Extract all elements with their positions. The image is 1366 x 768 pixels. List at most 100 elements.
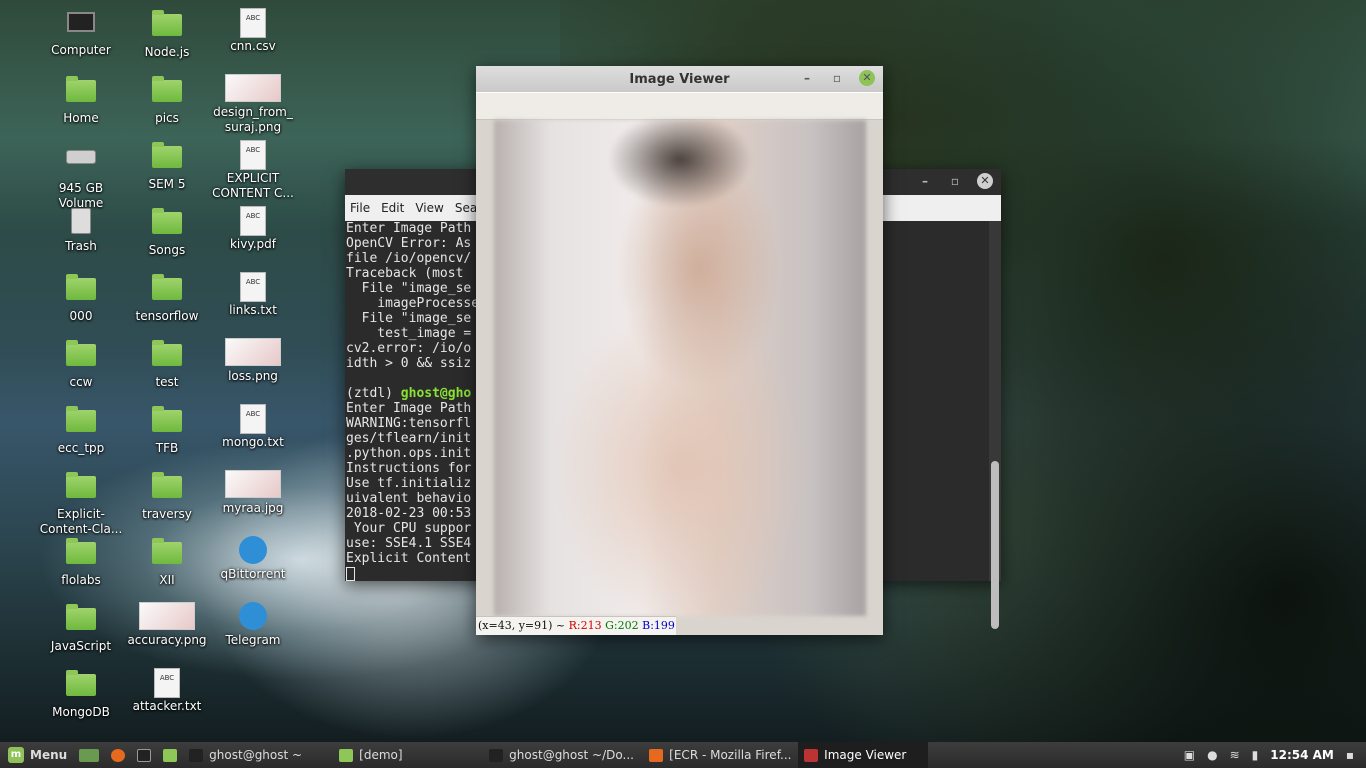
document-icon: ABC (238, 206, 268, 236)
desktop-icon-folder[interactable]: JavaScript (38, 602, 124, 654)
wifi-icon[interactable]: ≋ (1230, 748, 1240, 762)
image-viewer-titlebar[interactable]: Image Viewer – ▫ ✕ (476, 66, 883, 92)
close-icon[interactable]: ✕ (859, 70, 875, 86)
desktop-icon-label: flolabs (61, 573, 101, 587)
desktop-icon-label: MongoDB (52, 705, 110, 719)
image-viewer-toolbar (476, 92, 883, 120)
trash-icon (66, 208, 96, 236)
prompt-user: ghost@gho (400, 386, 472, 401)
menu-file[interactable]: File (350, 201, 370, 215)
taskbar-window-label: [ECR - Mozilla Firef... (669, 748, 792, 762)
desktop-icon-doc[interactable]: ABC kivy.pdf (210, 206, 296, 252)
desktop-icon-folder[interactable]: pics (124, 74, 210, 126)
taskbar-window-button[interactable]: ghost@ghost ~ (183, 742, 333, 768)
desktop-icon-doc[interactable]: ABC EXPLICIT CONTENT C... (210, 140, 296, 201)
desktop-icon-image[interactable]: myraa.jpg (210, 470, 296, 516)
desktop-icon-label: Explicit- Content-Cla... (39, 507, 123, 536)
firefox-icon (649, 748, 664, 762)
desktop-icon-folder[interactable]: SEM 5 (124, 140, 210, 192)
desktop-icon-folder[interactable]: Home (38, 74, 124, 126)
launcher-files[interactable] (157, 742, 183, 768)
minimize-icon[interactable]: – (799, 70, 815, 86)
launcher-firefox[interactable] (105, 742, 131, 768)
folder-icon (152, 10, 182, 42)
desktop-icon-computer[interactable]: Computer (38, 8, 124, 58)
window-title: Image Viewer (629, 71, 730, 87)
desktop-icon-folder[interactable]: test (124, 338, 210, 390)
taskbar: m Menu ghost@ghost ~ [demo] ghost@ghost ~/… (0, 742, 1366, 768)
user-icon[interactable]: ● (1207, 748, 1217, 762)
folder-icon (66, 406, 96, 438)
show-desktop-button[interactable] (73, 742, 105, 768)
desktop-icon-app[interactable]: qBittorrent (210, 536, 296, 582)
folder-icon (66, 604, 96, 636)
desktop-icon-doc[interactable]: ABC attacker.txt (124, 668, 210, 714)
taskbar-window-label: Image Viewer (824, 748, 907, 762)
desktop-icon-label: cnn.csv (230, 39, 276, 53)
desktop-icon-image[interactable]: accuracy.png (124, 602, 210, 648)
desktop-icon-label: traversy (142, 507, 192, 521)
notifications-icon[interactable]: ▪ (1346, 748, 1354, 762)
taskbar-window-button[interactable]: [demo] (333, 742, 483, 768)
menu-button[interactable]: m Menu (0, 742, 73, 768)
desktop-icon-doc[interactable]: ABC mongo.txt (210, 404, 296, 450)
desktop-icon-folder[interactable]: Explicit- Content-Cla... (38, 470, 124, 537)
clipboard-icon[interactable]: ▣ (1184, 748, 1195, 762)
desktop-icon-label: Home (63, 111, 99, 125)
desktop-icon-image[interactable]: loss.png (210, 338, 296, 384)
maximize-icon[interactable]: ▫ (829, 70, 845, 86)
minimize-icon[interactable]: – (917, 173, 933, 189)
desktop-icon-folder[interactable]: 000 (38, 272, 124, 324)
desktop-icon-label: qBittorrent (220, 567, 286, 581)
desktop-icon-doc[interactable]: ABC cnn.csv (210, 8, 296, 54)
terminal-scrollbar[interactable] (989, 221, 1001, 629)
desktop-icon-app[interactable]: Telegram (210, 602, 296, 648)
scrollbar-thumb[interactable] (991, 461, 999, 629)
desktop-icon-label: XII (159, 573, 175, 587)
menu-view[interactable]: View (415, 201, 443, 215)
desktop-icon-label: mongo.txt (222, 435, 284, 449)
firefox-icon (111, 748, 126, 762)
folder-icon (66, 340, 96, 372)
folder-icon (152, 406, 182, 438)
desktop-icon-folder[interactable]: flolabs (38, 536, 124, 588)
taskbar-window-button[interactable]: [ECR - Mozilla Firef... (643, 742, 798, 768)
drive-icon (66, 150, 96, 178)
image-thumbnail-icon (224, 470, 282, 498)
desktop-icon-folder[interactable]: traversy (124, 470, 210, 522)
desktop-icon-folder[interactable]: ecc_tpp (38, 404, 124, 456)
desktop-icon-folder[interactable]: TFB (124, 404, 210, 456)
image-viewer-window[interactable]: Image Viewer – ▫ ✕ (x=43, y=91) ~ R:213 … (476, 66, 883, 635)
desktop-icon-label: SEM 5 (148, 177, 186, 191)
clock[interactable]: 12:54 AM (1270, 748, 1334, 762)
taskbar-window-label: ghost@ghost ~ (209, 748, 303, 762)
desktop-icon-label: tensorflow (135, 309, 199, 323)
close-icon[interactable]: ✕ (977, 173, 993, 189)
desktop-icon-doc[interactable]: ABC links.txt (210, 272, 296, 318)
desktop-icon-folder[interactable]: MongoDB (38, 668, 124, 720)
blurred-image[interactable] (494, 120, 866, 616)
desktop-icon-folder[interactable]: Node.js (124, 8, 210, 60)
desktop-icon-image[interactable]: design_from_ suraj.png (210, 74, 296, 135)
taskbar-window-button[interactable]: Image Viewer (798, 742, 929, 768)
desktop-icon-folder[interactable]: XII (124, 536, 210, 588)
maximize-icon[interactable]: ▫ (947, 173, 963, 189)
desktop-icon-folder[interactable]: ccw (38, 338, 124, 390)
taskbar-window-button[interactable]: ghost@ghost ~/Do... (483, 742, 643, 768)
desktop-icon-trash[interactable]: Trash (38, 206, 124, 254)
folder-icon (339, 748, 354, 762)
terminal-icon (489, 748, 504, 762)
folder-icon (152, 76, 182, 108)
desktop-icon-folder[interactable]: tensorflow (124, 272, 210, 324)
taskbar-window-label: ghost@ghost ~/Do... (509, 748, 634, 762)
desktop-icon-label: Trash (65, 239, 97, 253)
desktop-icon-drive[interactable]: 945 GB Volume (38, 140, 124, 211)
desktop-icon-label: Songs (148, 243, 186, 257)
desktop-icon-label: links.txt (229, 303, 277, 317)
battery-icon[interactable]: ▮ (1252, 748, 1259, 762)
menu-edit[interactable]: Edit (381, 201, 404, 215)
launcher-terminal[interactable] (131, 742, 157, 768)
pixel-info-status: (x=43, y=91) ~ R:213 G:202 B:199 (476, 616, 676, 635)
desktop-icon-folder[interactable]: Songs (124, 206, 210, 258)
green-value: G:202 (605, 619, 639, 632)
